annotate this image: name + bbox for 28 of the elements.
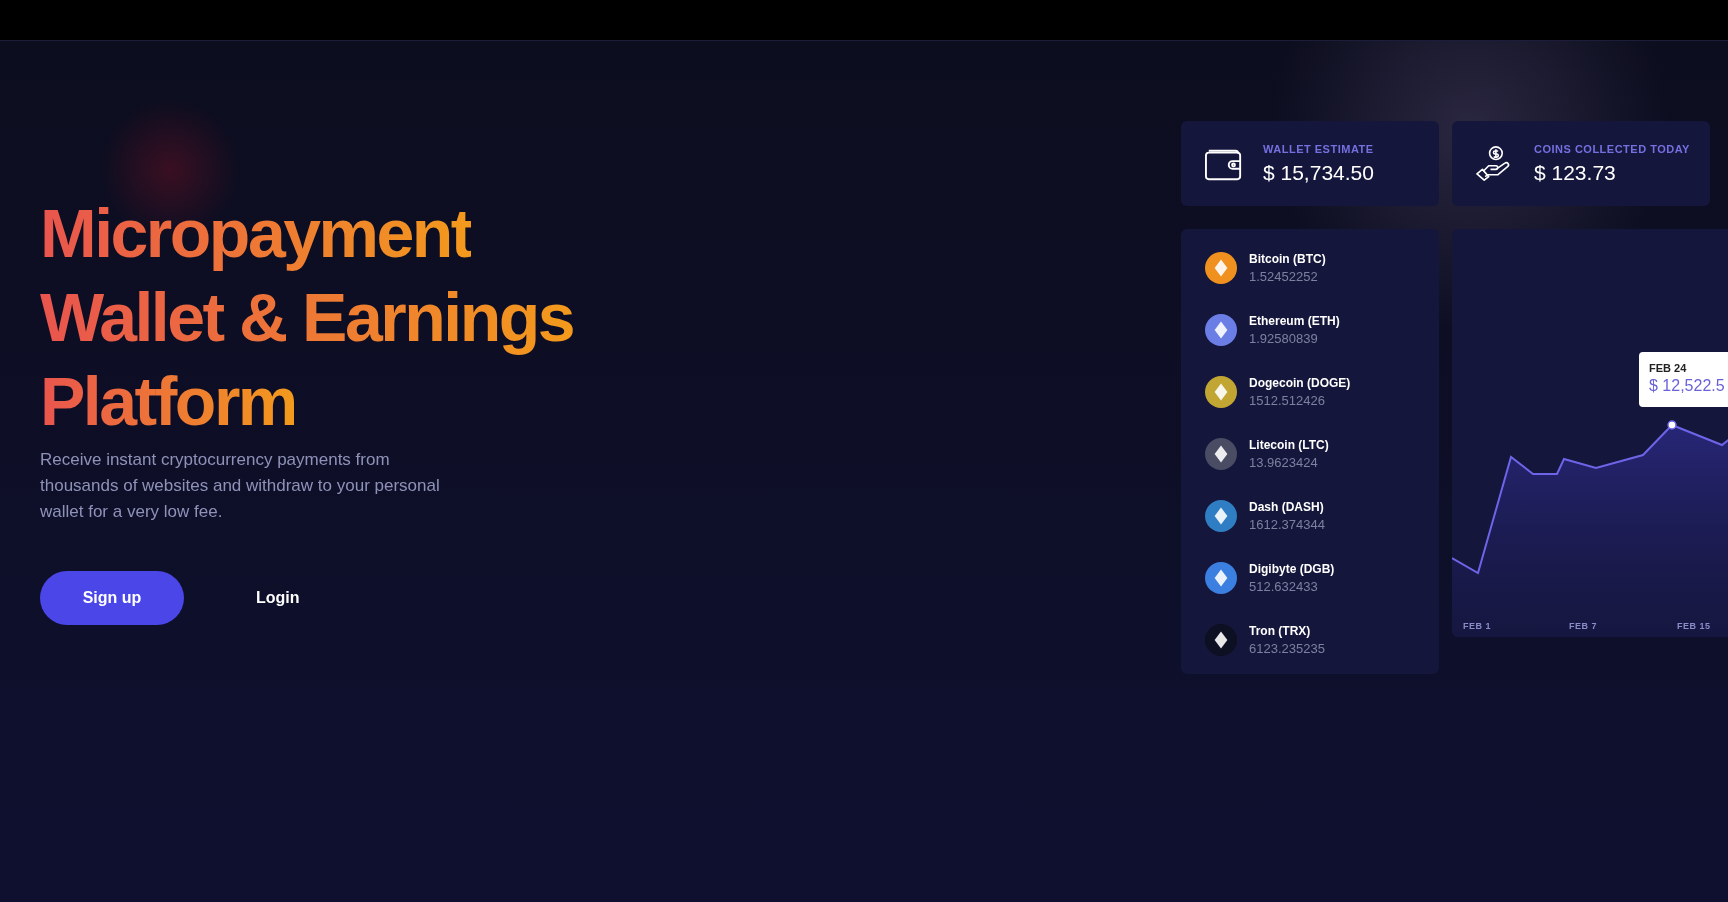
coin-amount: 1.52452252 [1249,269,1319,284]
hero-title: Micropayment Wallet & Earnings Platform [40,191,640,443]
axis-label: FEB 1 [1463,621,1491,631]
stat-label: COINS COLLECTED TODAY [1534,142,1690,155]
coin-amount: 512.632433 [1249,579,1319,594]
tooltip-date: FEB 24 [1649,362,1688,374]
coin-amount: 1512.512426 [1249,393,1326,408]
login-button[interactable]: Login [242,579,314,617]
coin-name: Dogecoin (DOGE) [1249,376,1351,390]
coin-name: Bitcoin (BTC) [1249,252,1326,266]
coin-name: Tron (TRX) [1249,624,1312,638]
coin-name: Dash (DASH) [1249,500,1325,514]
stat-label: WALLET ESTIMATE [1263,142,1374,155]
coin-name: Digibyte (DGB) [1249,562,1335,576]
coin-amount: 1612.374344 [1249,517,1325,532]
stat-value: $ 123.73 [1534,160,1617,185]
coin-name: Litecoin (LTC) [1249,438,1329,452]
coin-amount: 6123.235235 [1249,641,1325,656]
coin-amount: 13.9623424 [1249,455,1319,470]
signup-button[interactable]: Sign up [40,571,184,625]
stat-value: $ 15,734.50 [1263,160,1374,185]
chart-point [1667,420,1677,430]
axis-label: FEB 15 [1677,621,1711,631]
axis-label: FEB 7 [1569,621,1597,631]
coin-amount: 1.92580839 [1249,331,1319,346]
coin-name: Ethereum (ETH) [1249,314,1340,328]
tooltip-value: $ 12,522.5 [1649,377,1726,395]
hero-description: Receive instant cryptocurrency payments from thousands of websites and withdraw to your personal wallet for a very low fee. [40,449,440,523]
